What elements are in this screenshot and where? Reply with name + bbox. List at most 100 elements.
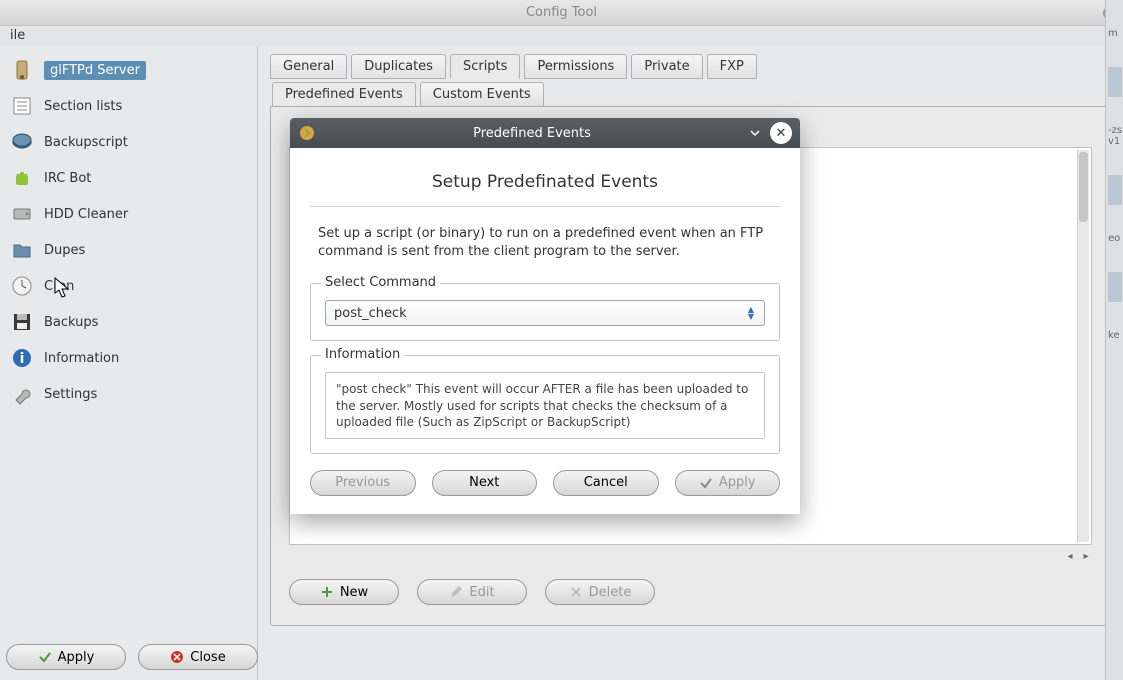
previous-button: Previous bbox=[310, 470, 416, 496]
edit-button: Edit bbox=[417, 579, 527, 605]
information-legend: Information bbox=[321, 347, 404, 362]
plus-icon bbox=[320, 585, 334, 599]
sidebar-item-glftpd-server[interactable]: glFTPd Server bbox=[0, 52, 257, 88]
subtab-custom-events[interactable]: Custom Events bbox=[420, 82, 544, 107]
previous-button-label: Previous bbox=[335, 475, 390, 490]
delete-button-label: Delete bbox=[589, 585, 632, 600]
sidebar-item-label: Section lists bbox=[44, 99, 122, 114]
floppy-icon bbox=[10, 310, 34, 334]
fragment-text: ke bbox=[1108, 330, 1123, 341]
fragment-text: eo bbox=[1108, 233, 1123, 244]
close-icon bbox=[170, 650, 184, 664]
sidebar-item-irc-bot[interactable]: IRC Bot bbox=[0, 160, 257, 196]
dialog-button-row: Previous Next Cancel Apply bbox=[310, 470, 780, 496]
sidebar-item-label: Dupes bbox=[44, 243, 85, 258]
disk-icon bbox=[10, 130, 34, 154]
thumb-icon bbox=[1108, 67, 1122, 97]
list-icon bbox=[10, 94, 34, 118]
tab-fxp[interactable]: FXP bbox=[707, 54, 757, 79]
android-icon bbox=[10, 166, 34, 190]
server-icon bbox=[10, 58, 34, 82]
sidebar-item-label: Settings bbox=[44, 387, 97, 402]
sidebar-item-dupes[interactable]: Dupes bbox=[0, 232, 257, 268]
tabbar: General Duplicates Scripts Permissions P… bbox=[270, 54, 1111, 79]
dialog-description: Set up a script (or binary) to run on a … bbox=[310, 221, 780, 283]
thumb-icon bbox=[1108, 175, 1122, 205]
vertical-scrollbar[interactable] bbox=[1077, 150, 1089, 542]
scroll-right-icon[interactable]: ▸ bbox=[1080, 550, 1092, 562]
footer-buttons: Apply Close bbox=[6, 644, 258, 670]
dialog-close-icon[interactable]: ✕ bbox=[770, 122, 792, 144]
sidebar-item-backups[interactable]: Backups bbox=[0, 304, 257, 340]
new-button[interactable]: New bbox=[289, 579, 399, 605]
close-button[interactable]: Close bbox=[138, 644, 258, 670]
new-button-label: New bbox=[340, 585, 368, 600]
sidebar-item-backupscript[interactable]: Backupscript bbox=[0, 124, 257, 160]
sidebar-item-cron[interactable]: Cron bbox=[0, 268, 257, 304]
sidebar-item-label: Backups bbox=[44, 315, 98, 330]
dialog-body: Setup Predefinated Events Set up a scrip… bbox=[290, 148, 800, 514]
next-button-label: Next bbox=[469, 475, 499, 490]
select-command-fieldset: Select Command post_check ▲▼ bbox=[310, 283, 780, 341]
right-cropped-panel: m -zs v1 eo ke bbox=[1105, 0, 1123, 680]
apply-button-label: Apply bbox=[58, 650, 95, 665]
sidebar-item-section-lists[interactable]: Section lists bbox=[0, 88, 257, 124]
thumb-icon bbox=[1108, 272, 1122, 302]
fragment-text: -zs bbox=[1108, 125, 1123, 136]
dialog-title: Predefined Events bbox=[324, 126, 740, 141]
sidebar-item-label: Information bbox=[44, 351, 119, 366]
tab-general[interactable]: General bbox=[270, 54, 347, 79]
info-icon: i bbox=[10, 346, 34, 370]
command-select[interactable]: post_check ▲▼ bbox=[325, 300, 765, 326]
next-button[interactable]: Next bbox=[432, 470, 538, 496]
dialog-predefined-events: Predefined Events ✕ Setup Predefinated E… bbox=[290, 118, 800, 514]
sidebar-item-settings[interactable]: Settings bbox=[0, 376, 257, 412]
command-select-value: post_check bbox=[334, 306, 407, 321]
close-button-label: Close bbox=[190, 650, 225, 665]
apply-button[interactable]: Apply bbox=[6, 644, 126, 670]
pencil-icon bbox=[449, 585, 463, 599]
x-icon bbox=[569, 585, 583, 599]
dialog-collapse-icon[interactable] bbox=[744, 122, 766, 144]
tab-private[interactable]: Private bbox=[631, 54, 702, 79]
check-icon bbox=[699, 476, 713, 490]
sidebar-item-label: glFTPd Server bbox=[44, 61, 146, 80]
tab-permissions[interactable]: Permissions bbox=[524, 54, 627, 79]
spinner-icon[interactable]: ▲▼ bbox=[744, 304, 758, 322]
drive-icon bbox=[10, 202, 34, 226]
menu-file[interactable]: ile bbox=[4, 26, 31, 45]
svg-text:i: i bbox=[20, 351, 25, 367]
folder-icon bbox=[10, 238, 34, 262]
scroll-left-icon[interactable]: ◂ bbox=[1064, 550, 1076, 562]
scrollbar-thumb[interactable] bbox=[1079, 152, 1088, 222]
sidebar-item-label: HDD Cleaner bbox=[44, 207, 128, 222]
information-fieldset: Information "post check" This event will… bbox=[310, 355, 780, 454]
dialog-titlebar[interactable]: Predefined Events ✕ bbox=[290, 118, 800, 148]
sidebar-item-hdd-cleaner[interactable]: HDD Cleaner bbox=[0, 196, 257, 232]
sidebar-item-information[interactable]: i Information bbox=[0, 340, 257, 376]
tab-scripts[interactable]: Scripts bbox=[450, 54, 520, 79]
information-text: "post check" This event will occur AFTER… bbox=[325, 372, 765, 439]
dialog-heading: Setup Predefinated Events bbox=[310, 162, 780, 207]
tab-duplicates[interactable]: Duplicates bbox=[351, 54, 446, 79]
subtabbar: Predefined Events Custom Events bbox=[272, 82, 1111, 107]
wrench-icon bbox=[10, 382, 34, 406]
check-icon bbox=[38, 650, 52, 664]
dialog-apply-button: Apply bbox=[675, 470, 781, 496]
delete-button: Delete bbox=[545, 579, 655, 605]
select-command-legend: Select Command bbox=[321, 275, 440, 290]
subtab-predefined-events[interactable]: Predefined Events bbox=[272, 82, 416, 107]
panel-action-row: New Edit Delete bbox=[289, 579, 655, 605]
dialog-app-icon bbox=[298, 124, 316, 142]
horizontal-scroll: ◂ ▸ bbox=[289, 549, 1092, 563]
window-title: Config Tool bbox=[526, 5, 597, 20]
cancel-button[interactable]: Cancel bbox=[553, 470, 659, 496]
sidebar: glFTPd Server Section lists Backupscript… bbox=[0, 46, 258, 680]
clock-icon bbox=[10, 274, 34, 298]
fragment-text: m bbox=[1108, 28, 1123, 39]
menubar: ile bbox=[0, 26, 1123, 46]
cancel-button-label: Cancel bbox=[584, 475, 628, 490]
window-titlebar: Config Tool bbox=[0, 0, 1123, 26]
dialog-apply-button-label: Apply bbox=[719, 475, 756, 490]
edit-button-label: Edit bbox=[469, 585, 494, 600]
